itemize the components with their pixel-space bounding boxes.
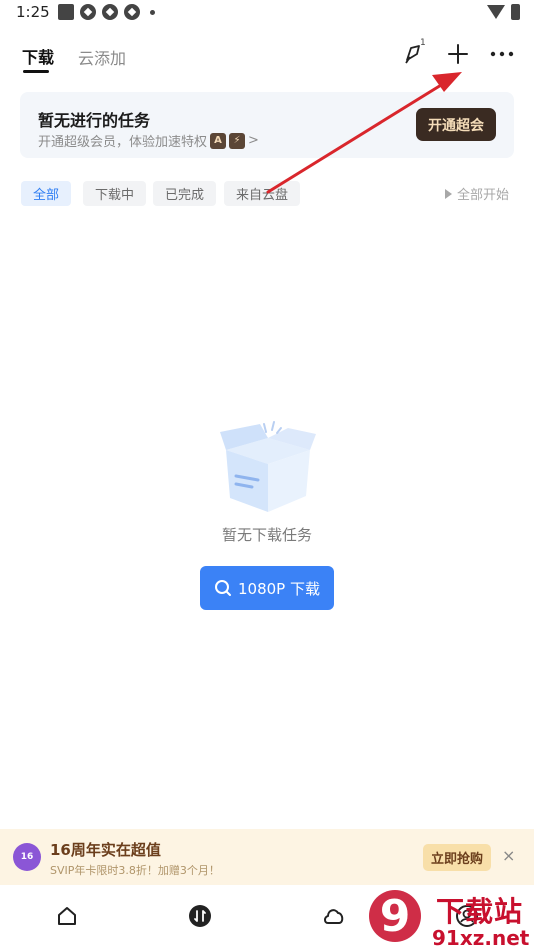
no-active-task-title: 暂无进行的任务 bbox=[38, 111, 151, 130]
tab-active-indicator bbox=[23, 70, 49, 73]
more-button[interactable] bbox=[488, 40, 516, 68]
transfer-icon bbox=[189, 905, 211, 927]
anniversary-badge-icon: 16 bbox=[13, 843, 41, 871]
lightning-icon: ⚡ bbox=[229, 132, 246, 149]
tab-download[interactable]: 下载 bbox=[22, 44, 54, 68]
start-all-label: 全部开始 bbox=[457, 188, 510, 203]
more-notifications-icon bbox=[150, 9, 155, 15]
speed-boost-button[interactable]: 1 bbox=[398, 38, 428, 68]
tab-cloud-add[interactable]: 云添加 bbox=[78, 45, 126, 69]
status-system-icons bbox=[487, 4, 520, 20]
nav-cloud[interactable] bbox=[322, 904, 346, 928]
download-1080p-label: 1080P 下载 bbox=[238, 579, 320, 598]
buy-now-button[interactable]: 立即抢购 bbox=[423, 844, 491, 871]
vip-subtitle[interactable]: 开通超级会员，体验加速特权 A ⚡ > bbox=[38, 131, 259, 150]
battery-icon bbox=[511, 4, 520, 20]
filter-completed[interactable]: 已完成 bbox=[153, 181, 217, 206]
filter-downloading[interactable]: 下载中 bbox=[83, 181, 147, 206]
nav-transfer[interactable] bbox=[188, 904, 212, 928]
vip-subtitle-text: 开通超级会员，体验加速特权 bbox=[38, 135, 208, 150]
watermark-brand: 下载站 bbox=[436, 895, 524, 928]
search-icon bbox=[215, 580, 231, 596]
empty-box-illustration bbox=[220, 421, 316, 512]
promo-title: 16周年实在超值 bbox=[50, 841, 161, 859]
notify-count: 1 bbox=[420, 38, 426, 48]
pinwheel-icon bbox=[124, 4, 140, 20]
pinwheel-icon bbox=[102, 4, 118, 20]
add-task-button[interactable] bbox=[445, 40, 471, 68]
filter-all[interactable]: 全部 bbox=[21, 181, 72, 206]
open-svip-button[interactable]: 开通超会 bbox=[416, 108, 496, 141]
wifi-icon bbox=[487, 5, 505, 19]
start-all-button[interactable]: 全部开始 bbox=[445, 184, 509, 203]
plus-icon bbox=[448, 44, 468, 64]
home-icon bbox=[58, 907, 76, 925]
app-notification-icon bbox=[58, 4, 74, 20]
pinwheel-icon bbox=[80, 4, 96, 20]
empty-state-text: 暂无下载任务 bbox=[221, 526, 312, 544]
status-notification-icons bbox=[58, 4, 155, 20]
play-icon bbox=[445, 188, 452, 199]
close-icon[interactable]: × bbox=[502, 846, 515, 865]
download-1080p-button[interactable]: 1080P 下载 bbox=[200, 566, 334, 610]
more-dots-icon bbox=[490, 51, 514, 57]
watermark-logo-icon: 9 bbox=[369, 890, 421, 942]
filter-from-cloud[interactable]: 来自云盘 bbox=[224, 181, 301, 206]
cloud-icon bbox=[324, 909, 344, 924]
watermark-url: 91xz.net bbox=[432, 926, 530, 950]
status-time: 1:25 bbox=[16, 3, 50, 21]
watermark-number: 9 bbox=[380, 891, 411, 942]
privilege-a-icon: A bbox=[210, 132, 227, 149]
nav-home[interactable] bbox=[55, 904, 79, 928]
chevron-right-icon: > bbox=[248, 133, 259, 148]
promo-subtitle: SVIP年卡限时3.8折！加赠3个月！ bbox=[50, 864, 220, 877]
